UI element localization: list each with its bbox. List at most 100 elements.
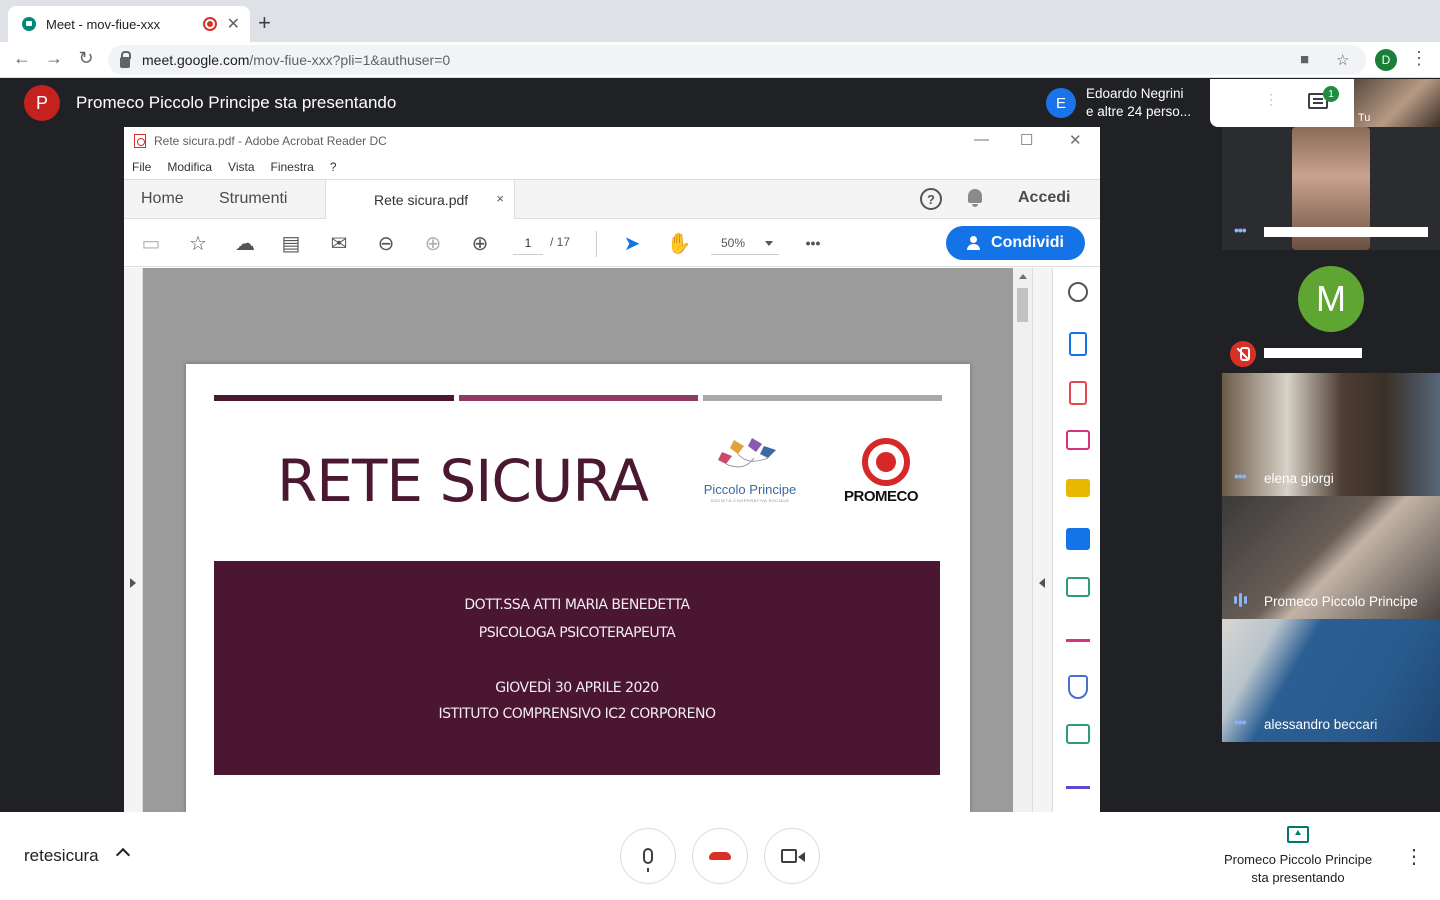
participant-tile[interactable]: M	[1222, 250, 1440, 373]
menu-edit[interactable]: Modifica	[167, 160, 212, 174]
zoom-select[interactable]: 50%	[711, 233, 779, 255]
presenting-text: Promeco Piccolo Principe sta presentando	[76, 93, 397, 112]
tile-menu-icon[interactable]: •••	[1234, 222, 1247, 238]
scroll-thumb[interactable]	[1017, 288, 1028, 322]
browser-menu-icon[interactable]: ⋮	[1410, 48, 1428, 69]
title-stripe-3	[703, 395, 942, 401]
organize-pages-icon[interactable]	[1066, 430, 1090, 450]
acrobat-menubar: File Modifica Vista Finestra ?	[124, 155, 1100, 179]
zoom-tool-icon[interactable]	[1068, 282, 1088, 302]
more-options-icon[interactable]: ⋮	[1404, 844, 1424, 869]
tab-tools[interactable]: Strumenti	[219, 180, 287, 218]
tab-document[interactable]: Rete sicura.pdf ×	[325, 179, 515, 219]
next-page-icon[interactable]: ⊕	[467, 230, 493, 256]
export-image-icon[interactable]	[1066, 724, 1090, 744]
self-video-tile[interactable]: Tu	[1354, 79, 1440, 127]
presentation-status[interactable]: Promeco Piccolo Principe sta presentando	[1208, 824, 1388, 887]
participants-line1: Edoardo Negrini	[1086, 86, 1184, 101]
back-arrow-icon[interactable]: ←	[10, 48, 34, 69]
combine-files-icon[interactable]	[1066, 528, 1090, 550]
notifications-bell-icon[interactable]	[966, 188, 984, 208]
participant-grid: ••• M ••• elena giorgi Promeco Piccolo P…	[1222, 127, 1440, 742]
chevron-up-icon[interactable]	[115, 847, 131, 863]
bookmark-star-icon[interactable]: ☆	[185, 230, 211, 256]
pdf-icon	[134, 134, 146, 148]
kite-illustration-icon	[718, 438, 776, 468]
menu-view[interactable]: Vista	[228, 160, 254, 174]
tab-title: Meet - mov-fiue-xxx	[46, 16, 161, 32]
save-icon[interactable]: ▭	[138, 230, 164, 256]
present-line2: sta presentando	[1251, 870, 1345, 885]
chat-panel-button[interactable]: ⋮ 1	[1210, 79, 1354, 127]
participant-name: alessandro beccari	[1264, 717, 1378, 732]
camera-toggle-button[interactable]	[764, 828, 820, 884]
bookmark-star-icon[interactable]: ☆	[1336, 51, 1349, 69]
more-tools-icon[interactable]: •••	[800, 230, 826, 256]
right-pane-toggle[interactable]	[1032, 268, 1052, 812]
vertical-scrollbar[interactable]	[1013, 268, 1032, 812]
page-total: / 17	[550, 235, 571, 249]
menu-help[interactable]: ?	[330, 160, 337, 174]
tab-home[interactable]: Home	[141, 180, 184, 218]
page-number-input[interactable]: 1	[513, 233, 543, 255]
title-stripe-1	[214, 395, 454, 401]
forward-arrow-icon[interactable]: →	[42, 48, 66, 69]
participants-button[interactable]: E Edoardo Negrini e altre 24 perso...	[1038, 79, 1210, 127]
more-options-icon[interactable]: ⋮	[1264, 91, 1278, 108]
url-host: meet.google.com	[142, 52, 250, 68]
doc-tab-label: Rete sicura.pdf	[374, 191, 469, 208]
zoom-out-icon[interactable]: ⊖	[373, 230, 399, 256]
participant-tile[interactable]: Promeco Piccolo Principe	[1222, 496, 1440, 619]
request-signature-icon[interactable]	[1066, 773, 1090, 789]
minimize-icon[interactable]: —	[974, 131, 989, 148]
scroll-up-icon[interactable]	[1019, 274, 1027, 279]
email-icon[interactable]: ✉	[326, 230, 352, 256]
browser-tab[interactable]: Meet - mov-fiue-xxx ✕	[8, 6, 250, 42]
compress-pdf-icon[interactable]	[1066, 577, 1090, 597]
doc-tab-close-icon[interactable]: ×	[496, 191, 504, 206]
participant-tile[interactable]: ••• elena giorgi	[1222, 373, 1440, 496]
previous-page-icon[interactable]: ⊕	[420, 230, 446, 256]
tab-close-icon[interactable]: ✕	[227, 14, 240, 34]
menu-window[interactable]: Finestra	[271, 160, 314, 174]
new-tab-button[interactable]: +	[258, 10, 271, 36]
comment-icon[interactable]	[1066, 479, 1090, 497]
document-viewport[interactable]: RETE SICURA Piccolo Principe SOCIETÀ COO…	[143, 268, 1013, 812]
tile-menu-icon[interactable]: •••	[1234, 468, 1247, 484]
mic-toggle-button[interactable]	[620, 828, 676, 884]
reload-icon[interactable]: ↻	[74, 48, 98, 69]
collapse-right-icon	[1039, 578, 1045, 588]
cloud-upload-icon[interactable]: ☁	[232, 230, 258, 256]
tile-menu-icon[interactable]: •••	[1234, 714, 1247, 730]
share-button[interactable]: Condividi	[946, 226, 1085, 260]
redaction-bar	[1264, 227, 1428, 237]
camera-icon	[781, 849, 805, 863]
present-line1: Promeco Piccolo Principe	[1223, 852, 1373, 867]
hand-tool-icon[interactable]: ✋	[666, 230, 692, 256]
select-cursor-icon[interactable]: ➤	[619, 230, 645, 256]
pdf-page: RETE SICURA Piccolo Principe SOCIETÀ COO…	[186, 364, 970, 812]
export-pdf-icon[interactable]	[1069, 332, 1087, 356]
profile-avatar[interactable]: D	[1375, 49, 1397, 71]
browser-toolbar: ← → ↻ meet.google.com/mov-fiue-xxx?pli=1…	[0, 42, 1440, 78]
participant-tile[interactable]: ••• alessandro beccari	[1222, 619, 1440, 742]
print-icon[interactable]: ▤	[278, 230, 304, 256]
left-pane-toggle[interactable]	[124, 268, 143, 812]
hang-up-button[interactable]	[692, 828, 748, 884]
help-icon[interactable]: ?	[920, 188, 942, 210]
address-bar[interactable]: meet.google.com/mov-fiue-xxx?pli=1&authu…	[108, 45, 1366, 75]
participant-tile[interactable]: •••	[1222, 127, 1440, 250]
signin-button[interactable]: Accedi	[1018, 189, 1070, 207]
menu-file[interactable]: File	[132, 160, 151, 174]
fill-sign-icon[interactable]	[1066, 626, 1090, 642]
protect-shield-icon[interactable]	[1068, 675, 1088, 699]
speaker-role: PSICOLOGA PSICOTERAPEUTA	[478, 625, 676, 641]
presenter-banner: P Promeco Piccolo Principe sta presentan…	[0, 79, 1040, 127]
maximize-icon[interactable]: ☐	[1020, 131, 1033, 149]
close-window-icon[interactable]: ✕	[1069, 131, 1082, 149]
camera-in-use-icon[interactable]: ■	[1300, 51, 1309, 68]
create-pdf-icon[interactable]	[1069, 381, 1087, 405]
redaction-bar	[1264, 348, 1362, 358]
meeting-details-label[interactable]: retesicura	[24, 846, 99, 866]
participants-line2: e altre 24 perso...	[1086, 104, 1192, 119]
